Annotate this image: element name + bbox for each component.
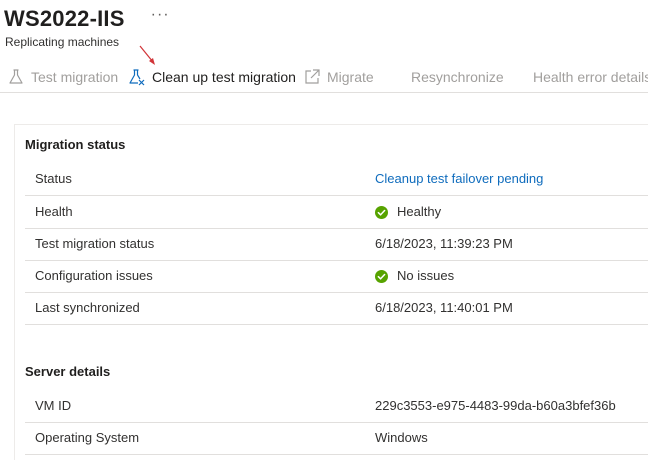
details-card: Migration status Status Cleanup test fai… (14, 124, 648, 460)
vm-id-value: 229c3553-e975-4483-99da-b60a3bfef36b (375, 398, 616, 413)
configuration-issues-value: No issues (375, 260, 454, 292)
check-circle-icon (375, 205, 388, 219)
health-error-details-button[interactable]: Health error details (533, 62, 648, 92)
configuration-issues-value-text: No issues (397, 268, 455, 283)
last-synchronized-label: Last synchronized (35, 300, 140, 315)
command-bar: Test migration Clean up test migration M… (0, 62, 648, 92)
test-migration-label: Test migration (31, 69, 119, 85)
test-migration-status-row: Test migration status 6/18/2023, 11:39:2… (25, 228, 648, 261)
resynchronize-button[interactable]: Resynchronize (411, 62, 504, 92)
last-synchronized-value: 6/18/2023, 11:40:01 PM (375, 300, 513, 315)
replicating-machine-page: WS2022-IIS ··· Replicating machines Test… (0, 0, 648, 460)
page-title: WS2022-IIS (4, 6, 125, 31)
clean-up-test-migration-label: Clean up test migration (152, 69, 296, 85)
page-subtitle: Replicating machines (5, 35, 120, 49)
status-label: Status (35, 171, 72, 186)
server-details-heading: Server details (25, 364, 111, 379)
page-header: WS2022-IIS ··· (4, 2, 170, 36)
test-migration-status-value: 6/18/2023, 11:39:23 PM (375, 236, 513, 251)
test-migration-button[interactable]: Test migration (7, 62, 118, 92)
open-external-icon (303, 68, 321, 86)
operating-system-label: Operating System (35, 430, 140, 445)
test-migration-status-label: Test migration status (35, 236, 155, 251)
status-value-link[interactable]: Cleanup test failover pending (375, 163, 543, 195)
vm-id-label: VM ID (35, 398, 72, 413)
resynchronize-label: Resynchronize (411, 69, 504, 85)
toolbar-divider (0, 92, 648, 93)
more-options-button[interactable]: ··· (151, 6, 170, 24)
check-circle-icon (375, 269, 388, 283)
clean-up-test-migration-button[interactable]: Clean up test migration (128, 62, 296, 92)
configuration-issues-label: Configuration issues (35, 268, 153, 283)
health-label: Health (35, 204, 73, 219)
health-value: Healthy (375, 196, 441, 228)
flask-cleanup-icon (128, 68, 146, 86)
vm-id-row: VM ID 229c3553-e975-4483-99da-b60a3bfef3… (25, 390, 648, 423)
migrate-button[interactable]: Migrate (303, 62, 374, 92)
flask-icon (7, 68, 25, 86)
configuration-issues-row: Configuration issues No issues (25, 260, 648, 293)
operating-system-row: Operating System Windows (25, 422, 648, 455)
last-synchronized-row: Last synchronized 6/18/2023, 11:40:01 PM (25, 292, 648, 325)
health-value-text: Healthy (397, 204, 442, 219)
health-row: Health Healthy (25, 196, 648, 229)
operating-system-value: Windows (375, 430, 428, 445)
migrate-label: Migrate (327, 69, 374, 85)
health-error-details-label: Health error details (533, 69, 648, 85)
status-row: Status Cleanup test failover pending (25, 163, 648, 196)
migration-status-heading: Migration status (25, 137, 126, 152)
